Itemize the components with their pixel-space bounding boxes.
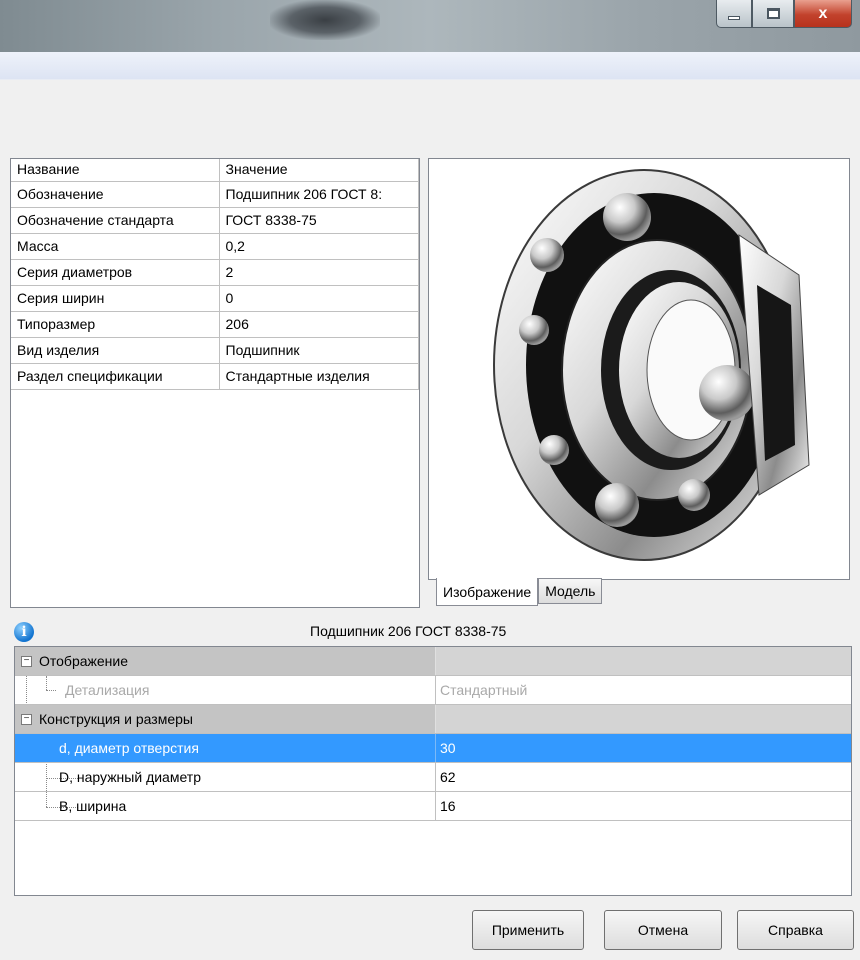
group-label: Конструкция и размеры: [39, 711, 193, 727]
table-row[interactable]: Серия диаметров 2: [11, 259, 419, 286]
collapse-icon[interactable]: −: [21, 714, 32, 725]
property-value: 0,2: [219, 233, 419, 260]
close-icon: x: [818, 4, 828, 22]
maximize-button[interactable]: [752, 0, 794, 28]
apply-button[interactable]: Применить: [472, 910, 584, 950]
property-name: Обозначение стандарта: [11, 207, 220, 234]
table-row[interactable]: Обозначение стандарта ГОСТ 8338-75: [11, 207, 419, 234]
property-name: Серия ширин: [11, 285, 220, 312]
preview-image-panel: [428, 158, 850, 580]
param-label: Детализация: [65, 682, 150, 698]
param-label: d, диаметр отверстия: [59, 740, 199, 756]
table-row[interactable]: Раздел спецификации Стандартные изделия: [11, 363, 419, 390]
param-value-input[interactable]: 16: [435, 792, 851, 820]
table-row[interactable]: Масса 0,2: [11, 233, 419, 260]
tree-row-bore-diameter[interactable]: d, диаметр отверстия 30: [15, 734, 851, 763]
window-controls: x: [716, 0, 852, 30]
param-value-input[interactable]: 62: [435, 763, 851, 791]
property-name: Типоразмер: [11, 311, 220, 338]
properties-table: Название Значение Обозначение Подшипник …: [11, 159, 419, 390]
cancel-button[interactable]: Отмена: [604, 910, 722, 950]
property-value: ГОСТ 8338-75: [219, 207, 419, 234]
param-value-input[interactable]: 30: [435, 734, 851, 762]
dialog-window: x Название Значение Обозначение Подшипни…: [0, 0, 860, 960]
item-caption: Подшипник 206 ГОСТ 8338-75: [310, 623, 507, 639]
maximize-icon: [766, 8, 780, 19]
table-row[interactable]: Серия ширин 0: [11, 285, 419, 312]
tree-group-dimensions[interactable]: − Конструкция и размеры: [15, 705, 851, 734]
properties-grid[interactable]: Название Значение Обозначение Подшипник …: [10, 158, 420, 608]
parameters-tree-grid[interactable]: − Отображение Детализация Стандартный − …: [14, 646, 852, 896]
tree-group-display[interactable]: − Отображение: [15, 647, 851, 676]
property-value: 2: [219, 259, 419, 286]
tree-row-outer-diameter[interactable]: D, наружный диаметр 62: [15, 763, 851, 792]
toolbar-strip: [0, 52, 860, 80]
table-row[interactable]: Типоразмер 206: [11, 311, 419, 338]
app-icon: [270, 0, 380, 40]
property-value: Стандартные изделия: [219, 363, 419, 390]
table-row[interactable]: Обозначение Подшипник 206 ГОСТ 8:: [11, 181, 419, 208]
tree-row-detail-level: Детализация Стандартный: [15, 676, 851, 705]
tab-image[interactable]: Изображение: [436, 578, 539, 606]
property-name: Раздел спецификации: [11, 363, 220, 390]
properties-header-row: Название Значение: [11, 159, 419, 182]
property-value: Подшипник 206 ГОСТ 8:: [219, 181, 419, 208]
property-name: Обозначение: [11, 181, 220, 208]
info-icon: i: [14, 622, 34, 642]
collapse-icon[interactable]: −: [21, 656, 32, 667]
title-bar[interactable]: x: [0, 0, 860, 52]
bearing-image: [493, 169, 810, 561]
group-label: Отображение: [39, 653, 129, 669]
preview-tabs: Изображение Модель: [436, 578, 603, 608]
param-value: Стандартный: [435, 676, 851, 704]
column-header-value[interactable]: Значение: [219, 159, 419, 182]
table-row[interactable]: Вид изделия Подшипник: [11, 337, 419, 364]
tree-row-width[interactable]: B, ширина 16: [15, 792, 851, 821]
group-value: [435, 647, 851, 675]
close-button[interactable]: x: [794, 0, 852, 28]
group-value: [435, 705, 851, 733]
property-value: Подшипник: [219, 337, 419, 364]
minimize-button[interactable]: [716, 0, 752, 28]
property-value: 0: [219, 285, 419, 312]
column-header-name[interactable]: Название: [11, 159, 220, 182]
property-name: Масса: [11, 233, 220, 260]
param-label: D, наружный диаметр: [59, 769, 201, 785]
property-name: Серия диаметров: [11, 259, 220, 286]
property-name: Вид изделия: [11, 337, 220, 364]
minimize-icon: [728, 15, 740, 20]
tab-model[interactable]: Модель: [538, 578, 603, 604]
param-label: B, ширина: [59, 798, 127, 814]
help-button[interactable]: Справка: [737, 910, 854, 950]
property-value: 206: [219, 311, 419, 338]
